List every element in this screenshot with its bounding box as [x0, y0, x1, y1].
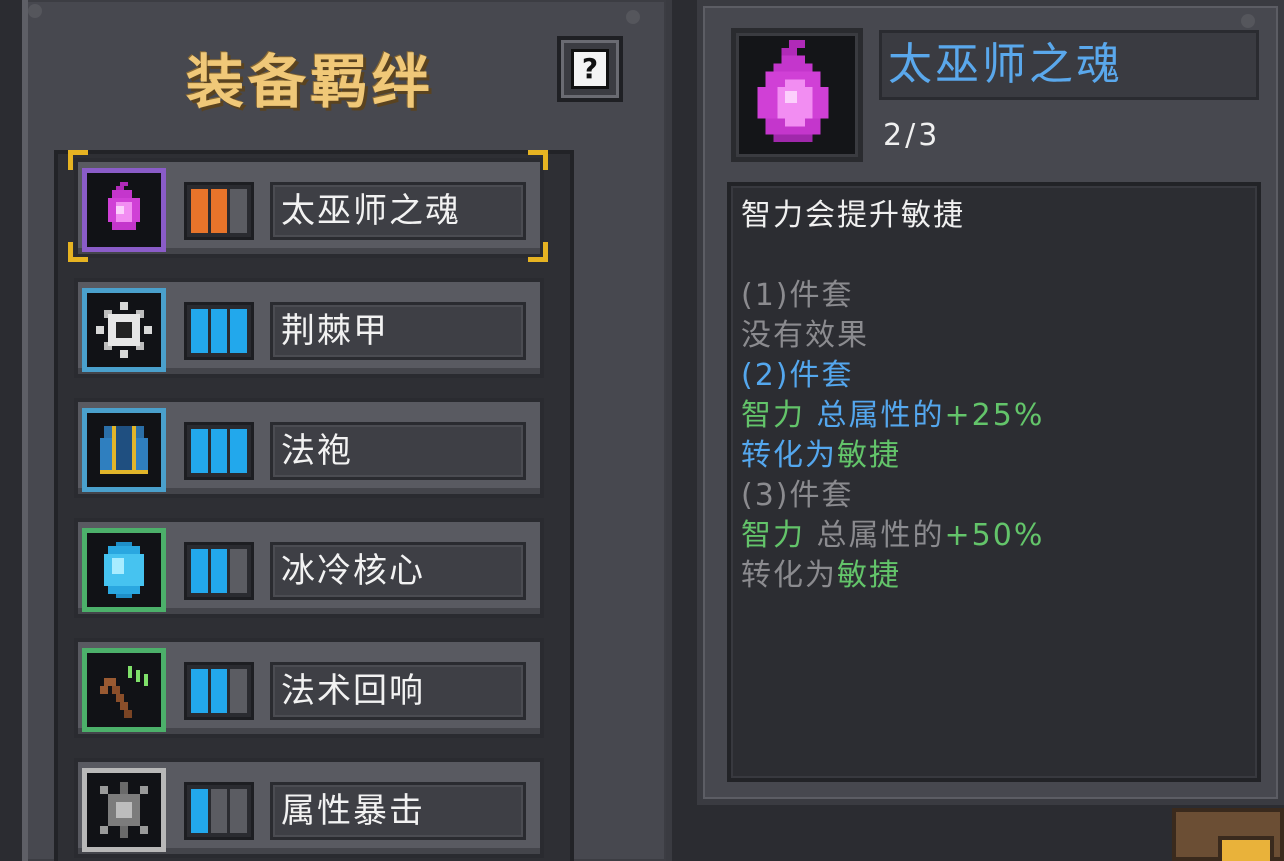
pip-filled	[210, 429, 228, 473]
pip-filled	[191, 669, 208, 713]
set-progress-pips	[184, 662, 254, 720]
robe-icon	[82, 408, 166, 492]
set-detail-panel: 太巫师之魂 2/3 智力会提升敏捷 (1)件套 没有效果 (2)件套 智力 总属性的+2…	[697, 0, 1284, 805]
set-name: 冰冷核心	[270, 542, 526, 600]
set-row[interactable]: 法术回响	[74, 638, 544, 738]
spiked-gear-icon	[82, 288, 166, 372]
description-text: (3)件套	[741, 478, 854, 513]
set-progress-pips	[184, 422, 254, 480]
description-text: (1)件套	[741, 278, 854, 313]
description-text: 转化为	[741, 558, 837, 593]
description-line: 没有效果	[741, 316, 1247, 356]
set-progress-pips	[184, 542, 254, 600]
pip-filled	[230, 309, 248, 353]
pip-filled	[191, 429, 208, 473]
pip-empty	[230, 789, 248, 833]
staff-icon	[82, 648, 166, 732]
detail-set-progress: 2/3	[883, 118, 941, 153]
pip-empty	[230, 669, 248, 713]
panel-rivet	[1241, 14, 1255, 28]
question-mark-icon: ?	[571, 49, 609, 89]
pip-empty	[230, 549, 248, 593]
pip-filled	[230, 429, 248, 473]
pip-filled	[210, 669, 228, 713]
set-name: 法术回响	[270, 662, 526, 720]
description-text: 智力	[741, 518, 805, 553]
pip-filled	[210, 309, 228, 353]
pip-filled	[210, 189, 228, 233]
description-line: (2)件套	[741, 356, 1247, 396]
description-line: (3)件套	[741, 476, 1247, 516]
pip-filled	[191, 549, 208, 593]
detail-purple-flame-icon	[731, 28, 863, 162]
description-line: 智力 总属性的+50%	[741, 516, 1247, 556]
description-line: 智力 总属性的+25%	[741, 396, 1247, 436]
description-text: 总属性的	[805, 518, 945, 553]
description-text: 敏捷	[837, 438, 901, 473]
description-text: +50%	[944, 518, 1045, 553]
description-line	[741, 236, 1247, 276]
description-text: 转化为	[741, 438, 837, 473]
description-text: +25%	[944, 398, 1045, 433]
description-text: (2)件套	[741, 358, 854, 393]
selection-corner	[68, 242, 88, 262]
panel-rivet	[626, 10, 640, 24]
description-text: 敏捷	[837, 558, 901, 593]
description-line: 转化为敏捷	[741, 556, 1247, 596]
set-name: 法袍	[270, 422, 526, 480]
description-line: (1)件套	[741, 276, 1247, 316]
pip-empty	[230, 189, 248, 233]
set-row[interactable]: 太巫师之魂	[74, 158, 544, 258]
description-line: 智力会提升敏捷	[741, 196, 1247, 236]
set-row[interactable]: 属性暴击	[74, 758, 544, 858]
set-progress-pips	[184, 182, 254, 240]
selection-corner	[528, 242, 548, 262]
set-row[interactable]: 荆棘甲	[74, 278, 544, 378]
game-screen: 装备羁绊 ? 太巫师之魂 荆棘甲 法袍 冰冷核心 法术回响 属性暴击 太巫师之魂…	[0, 0, 1284, 861]
description-text: 智力	[741, 398, 805, 433]
set-name: 荆棘甲	[270, 302, 526, 360]
set-progress-pips	[184, 302, 254, 360]
shuriken-icon	[82, 768, 166, 852]
selection-corner	[68, 150, 88, 170]
panel-title: 装备羁绊	[186, 48, 435, 116]
description-text: 智力会提升敏捷	[741, 198, 965, 233]
corner-widget[interactable]	[1172, 808, 1284, 861]
description-line: 转化为敏捷	[741, 436, 1247, 476]
purple-flame-icon	[82, 168, 166, 252]
set-progress-pips	[184, 782, 254, 840]
set-name: 属性暴击	[270, 782, 526, 840]
pip-filled	[191, 309, 208, 353]
corner-widget-button[interactable]	[1218, 836, 1274, 861]
description-text: 总属性的	[805, 398, 945, 433]
pip-filled	[210, 549, 228, 593]
panel-rivet	[28, 4, 42, 18]
pip-empty	[210, 789, 228, 833]
pip-filled	[191, 189, 208, 233]
set-name: 太巫师之魂	[270, 182, 526, 240]
set-row[interactable]: 冰冷核心	[74, 518, 544, 618]
help-button[interactable]: ?	[557, 36, 623, 102]
ice-crystal-icon	[82, 528, 166, 612]
pip-filled	[191, 789, 208, 833]
set-description: 智力会提升敏捷 (1)件套 没有效果 (2)件套 智力 总属性的+25% 转化为敏捷 (3)…	[727, 182, 1261, 782]
description-text: 没有效果	[741, 318, 869, 353]
selection-corner	[528, 150, 548, 170]
detail-set-name: 太巫师之魂	[879, 30, 1259, 100]
set-row[interactable]: 法袍	[74, 398, 544, 498]
